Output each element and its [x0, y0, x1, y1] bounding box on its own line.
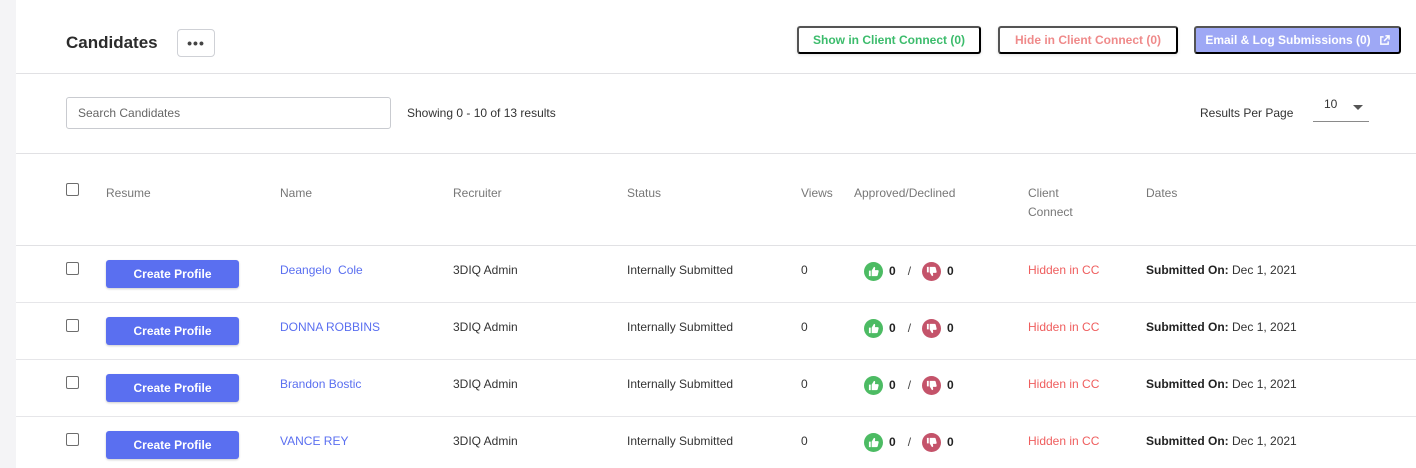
hide-in-client-connect-button[interactable]: Hide in Client Connect (0): [998, 26, 1178, 54]
approved-declined-cell: 0 / 0: [864, 261, 954, 281]
column-header-client-connect-line1: Client: [1028, 186, 1059, 200]
approved-count: 0: [889, 321, 896, 335]
approved-declined-separator: /: [907, 264, 912, 278]
results-per-page-value: 10: [1324, 97, 1338, 111]
submitted-on-label: Submitted On:: [1146, 434, 1229, 448]
submitted-on-label: Submitted On:: [1146, 263, 1229, 277]
table-row: Create Profile DONNA ROBBINS 3DIQ Admin …: [16, 303, 1416, 360]
thumbs-up-icon[interactable]: [864, 261, 883, 281]
thumbs-down-icon[interactable]: [922, 432, 942, 452]
approved-declined-separator: /: [907, 321, 912, 335]
submitted-on-label: Submitted On:: [1146, 320, 1229, 334]
views-cell: 0: [801, 434, 808, 448]
external-link-icon: [1379, 34, 1390, 46]
column-header-name: Name: [280, 186, 313, 200]
table-toolbar: Showing 0 - 10 of 13 results Results Per…: [16, 74, 1416, 154]
create-profile-button[interactable]: Create Profile: [106, 260, 239, 288]
dates-cell: Submitted On: Dec 1, 2021: [1146, 377, 1297, 391]
dates-cell: Submitted On: Dec 1, 2021: [1146, 434, 1297, 448]
candidate-name-link[interactable]: Brandon Bostic: [280, 377, 361, 391]
search-candidates-input[interactable]: [66, 97, 391, 129]
table-row: Create Profile Deangelo Cole 3DIQ Admin …: [16, 246, 1416, 303]
approved-count: 0: [889, 264, 896, 278]
column-header-views: Views: [801, 186, 833, 200]
thumbs-down-icon[interactable]: [922, 375, 942, 395]
approved-declined-separator: /: [907, 435, 912, 449]
approved-count: 0: [889, 435, 896, 449]
row-checkbox[interactable]: [66, 319, 79, 332]
candidate-name-link[interactable]: Deangelo Cole: [280, 263, 363, 277]
recruiter-cell: 3DIQ Admin: [453, 434, 518, 448]
table-row: Create Profile VANCE REY 3DIQ Admin Inte…: [16, 417, 1416, 468]
panel-header: Candidates ••• Show in Client Connect (0…: [16, 0, 1416, 74]
row-checkbox[interactable]: [66, 433, 79, 446]
submitted-on-date: Dec 1, 2021: [1232, 377, 1297, 391]
column-header-recruiter: Recruiter: [453, 186, 502, 200]
chevron-down-icon: [1353, 105, 1363, 110]
column-header-status: Status: [627, 186, 662, 200]
candidate-name-link[interactable]: VANCE REY: [280, 434, 348, 448]
submitted-on-date: Dec 1, 2021: [1232, 434, 1297, 448]
create-profile-button[interactable]: Create Profile: [106, 431, 239, 459]
page: Candidates ••• Show in Client Connect (0…: [0, 0, 1416, 468]
email-log-submissions-button[interactable]: Email & Log Submissions (0): [1194, 26, 1401, 54]
dates-cell: Submitted On: Dec 1, 2021: [1146, 263, 1297, 277]
declined-count: 0: [947, 264, 954, 278]
column-header-resume: Resume: [106, 186, 151, 200]
approved-declined-cell: 0 / 0: [864, 432, 954, 452]
views-cell: 0: [801, 377, 808, 391]
row-checkbox[interactable]: [66, 376, 79, 389]
create-profile-button[interactable]: Create Profile: [106, 374, 239, 402]
declined-count: 0: [947, 321, 954, 335]
client-connect-status: Hidden in CC: [1028, 434, 1100, 448]
views-cell: 0: [801, 263, 808, 277]
show-in-client-connect-button[interactable]: Show in Client Connect (0): [797, 26, 981, 54]
results-per-page-select[interactable]: 10: [1313, 92, 1369, 122]
approved-count: 0: [889, 378, 896, 392]
candidates-panel: Candidates ••• Show in Client Connect (0…: [16, 0, 1416, 468]
page-title: Candidates: [66, 33, 158, 52]
status-cell: Internally Submitted: [627, 320, 734, 334]
create-profile-button[interactable]: Create Profile: [106, 317, 239, 345]
thumbs-down-icon[interactable]: [922, 318, 942, 338]
client-connect-status: Hidden in CC: [1028, 320, 1100, 334]
submitted-on-date: Dec 1, 2021: [1232, 263, 1297, 277]
results-summary: Showing 0 - 10 of 13 results: [407, 106, 556, 120]
thumbs-up-icon[interactable]: [864, 318, 883, 338]
dates-cell: Submitted On: Dec 1, 2021: [1146, 320, 1297, 334]
recruiter-cell: 3DIQ Admin: [453, 377, 518, 391]
column-header-approved-declined: Approved/Declined: [854, 186, 956, 200]
thumbs-up-icon[interactable]: [864, 375, 883, 395]
recruiter-cell: 3DIQ Admin: [453, 263, 518, 277]
table-header: Resume Name Recruiter Status Views Appro…: [16, 154, 1416, 246]
client-connect-status: Hidden in CC: [1028, 377, 1100, 391]
recruiter-cell: 3DIQ Admin: [453, 320, 518, 334]
column-header-client-connect-line2: Connect: [1028, 205, 1073, 219]
submitted-on-label: Submitted On:: [1146, 377, 1229, 391]
select-all-checkbox[interactable]: [66, 183, 79, 196]
status-cell: Internally Submitted: [627, 377, 734, 391]
declined-count: 0: [947, 435, 954, 449]
approved-declined-cell: 0 / 0: [864, 375, 954, 395]
status-cell: Internally Submitted: [627, 434, 734, 448]
declined-count: 0: [947, 378, 954, 392]
row-checkbox[interactable]: [66, 262, 79, 275]
approved-declined-separator: /: [907, 378, 912, 392]
email-log-submissions-label: Email & Log Submissions (0): [1205, 33, 1371, 47]
approved-declined-cell: 0 / 0: [864, 318, 954, 338]
table-row: Create Profile Brandon Bostic 3DIQ Admin…: [16, 360, 1416, 417]
candidate-name-link[interactable]: DONNA ROBBINS: [280, 320, 380, 334]
column-header-client-connect: Client Connect: [1028, 184, 1073, 222]
thumbs-up-icon[interactable]: [864, 432, 883, 452]
results-per-page-label: Results Per Page: [1200, 106, 1294, 120]
column-header-dates: Dates: [1146, 186, 1178, 200]
more-options-button[interactable]: •••: [177, 29, 215, 57]
views-cell: 0: [801, 320, 808, 334]
status-cell: Internally Submitted: [627, 263, 734, 277]
thumbs-down-icon[interactable]: [922, 261, 942, 281]
submitted-on-date: Dec 1, 2021: [1232, 320, 1297, 334]
client-connect-status: Hidden in CC: [1028, 263, 1100, 277]
